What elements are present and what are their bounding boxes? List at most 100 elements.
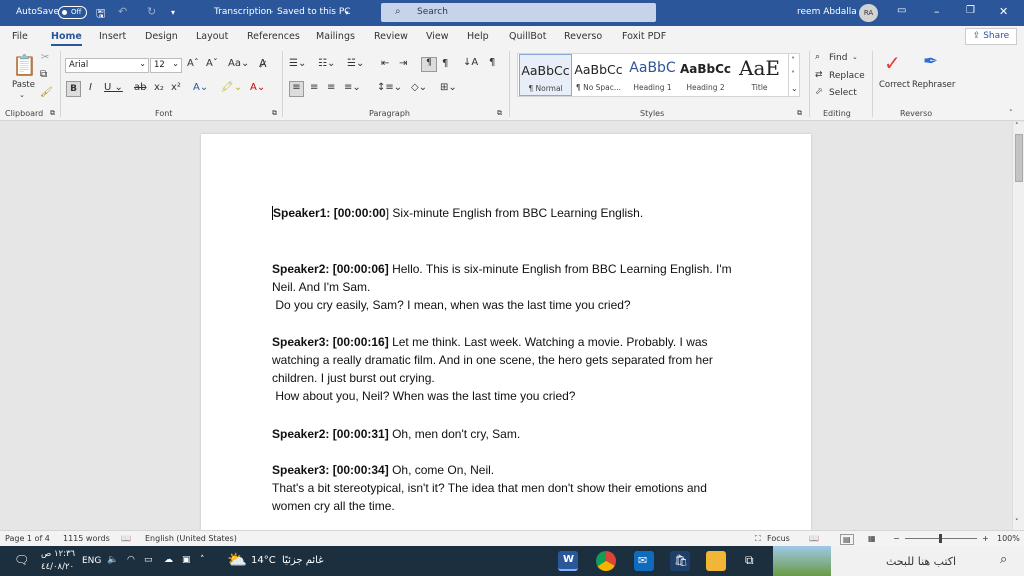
tab-help[interactable]: Help <box>467 31 489 42</box>
transcript-paragraph[interactable]: Speaker3: [00:00:16] Let me think. Last … <box>272 333 742 405</box>
style-normal[interactable]: AaBbCc ¶ Normal <box>519 54 572 96</box>
tab-file[interactable]: File <box>12 31 28 42</box>
read-mode-icon[interactable]: 📖 <box>809 534 819 543</box>
meet-now-icon[interactable]: ▣ <box>182 555 191 565</box>
shading-icon[interactable]: ◇⌄ <box>411 82 427 93</box>
scrollbar-thumb[interactable] <box>1015 134 1023 182</box>
superscript-icon[interactable]: x² <box>171 82 181 93</box>
tab-insert[interactable]: Insert <box>99 31 126 42</box>
rtl-direction-icon[interactable]: ¶ <box>442 58 448 69</box>
focus-button[interactable]: Focus <box>767 534 790 543</box>
user-name[interactable]: reem Abdalla <box>797 7 857 17</box>
rephraser-button[interactable]: Rephraser <box>912 80 955 90</box>
tab-quillbot[interactable]: QuillBot <box>509 31 546 42</box>
save-icon[interactable]: 🖫 <box>96 5 105 24</box>
line-spacing-icon[interactable]: ↕≡⌄ <box>377 82 402 93</box>
notifications-icon[interactable]: 🗨 <box>14 553 29 567</box>
tab-foxit-pdf[interactable]: Foxit PDF <box>622 31 666 42</box>
language-status[interactable]: English (United States) <box>145 534 237 543</box>
ribbon-display-icon[interactable]: ▭ <box>897 5 906 16</box>
tab-layout[interactable]: Layout <box>196 31 228 42</box>
align-right-icon[interactable]: ≡ <box>327 82 335 93</box>
align-center-icon[interactable]: ≡ <box>310 82 318 93</box>
word-taskbar-icon[interactable]: W <box>558 551 578 571</box>
print-layout-icon[interactable]: ▤ <box>840 534 854 545</box>
transcript-paragraph[interactable]: Speaker1: [00:00:00] Six-minute English … <box>272 204 742 222</box>
zoom-level[interactable]: 100% <box>997 534 1020 543</box>
paste-button[interactable]: Paste <box>12 80 35 90</box>
word-count[interactable]: 1115 words <box>63 534 110 543</box>
search-box[interactable]: ⌕ Search <box>381 3 656 22</box>
style-heading-2[interactable]: AaBbCc Heading 2 <box>679 54 732 96</box>
file-explorer-taskbar-icon[interactable] <box>706 551 726 571</box>
task-view-icon[interactable]: ⧉ <box>745 553 754 568</box>
transcript-paragraph[interactable]: Speaker2: [00:00:06] Hello. This is six-… <box>272 260 742 314</box>
restore-icon[interactable]: ❐ <box>966 5 975 16</box>
tab-review[interactable]: Review <box>374 31 408 42</box>
store-taskbar-icon[interactable]: 🛍 <box>670 551 690 571</box>
font-size-select[interactable]: 12 <box>150 57 182 73</box>
tab-design[interactable]: Design <box>145 31 178 42</box>
replace-button[interactable]: Replace <box>829 71 865 81</box>
onedrive-icon[interactable]: ☁ <box>164 555 173 565</box>
volume-icon[interactable]: 🔈 <box>107 555 118 565</box>
justify-icon[interactable]: ≡⌄ <box>344 82 361 93</box>
bullets-icon[interactable]: ☰⌄ <box>289 58 306 69</box>
minimize-icon[interactable]: – <box>934 5 940 18</box>
redo-icon[interactable]: ↻ <box>147 5 156 18</box>
tab-references[interactable]: References <box>247 31 300 42</box>
find-button[interactable]: Find <box>829 53 847 63</box>
highlight-icon[interactable]: 🖍⌄ <box>221 82 242 93</box>
zoom-slider-thumb[interactable] <box>939 534 942 543</box>
taskbar-search-box[interactable]: اكتب هنا للبحث ⌕ <box>773 546 1024 576</box>
sort-icon[interactable]: ↓A <box>463 57 478 68</box>
transcript-paragraph[interactable]: Speaker2: [00:00:31] Oh, men don't cry, … <box>272 425 742 443</box>
font-name-select[interactable]: Arial <box>65 57 149 73</box>
borders-icon[interactable]: ⊞⌄ <box>440 82 457 93</box>
mail-taskbar-icon[interactable]: ✉ <box>634 551 654 571</box>
input-language[interactable]: ENG <box>82 556 101 566</box>
clock-time[interactable]: ١٢:٣٦ ص <box>41 549 75 559</box>
paste-icon[interactable]: 📋 <box>12 53 37 77</box>
avatar[interactable]: RA <box>859 4 878 22</box>
copy-icon[interactable]: ⧉ <box>40 69 47 80</box>
subscript-icon[interactable]: x₂ <box>154 82 164 93</box>
customize-toolbar-icon[interactable]: ▾ <box>171 8 175 17</box>
styles-launcher-icon[interactable]: ⧉ <box>797 109 802 118</box>
weather-temperature[interactable]: 14°C <box>251 555 276 566</box>
zoom-in-icon[interactable]: + <box>982 534 989 543</box>
weather-icon[interactable]: ⛅ <box>227 550 247 569</box>
autosave-toggle[interactable]: Off <box>58 6 87 19</box>
text-effects-icon[interactable]: A⌄ <box>193 82 208 93</box>
select-button[interactable]: Select <box>829 88 857 98</box>
web-layout-icon[interactable]: ▦ <box>868 534 876 543</box>
shrink-font-icon[interactable]: Aˇ <box>206 58 218 69</box>
page-count[interactable]: Page 1 of 4 <box>5 534 50 543</box>
clipboard-launcher-icon[interactable]: ⧉ <box>50 109 55 118</box>
underline-icon[interactable]: U ⌄ <box>104 82 123 93</box>
tab-home[interactable]: Home <box>51 31 82 46</box>
close-icon[interactable]: ✕ <box>999 5 1008 18</box>
change-case-icon[interactable]: Aa⌄ <box>228 58 249 69</box>
numbering-icon[interactable]: ☷⌄ <box>318 58 335 69</box>
style-heading-1[interactable]: AaBbC Heading 1 <box>626 54 679 96</box>
vertical-scrollbar[interactable]: ˄ ˅ <box>1012 122 1024 530</box>
show-hidden-icons-icon[interactable]: ˄ <box>200 555 205 565</box>
format-painter-icon[interactable]: 🖌 <box>40 87 53 98</box>
multilevel-list-icon[interactable]: ☱⌄ <box>347 58 364 69</box>
collapse-ribbon-icon[interactable]: ˄ <box>1009 109 1013 117</box>
ltr-direction-icon[interactable]: ¶ <box>421 57 437 72</box>
styles-scroll-up-icon[interactable]: ˄ ˅ ⌄ <box>788 54 798 96</box>
show-formatting-icon[interactable]: ¶ <box>489 57 495 68</box>
font-color-icon[interactable]: A⌄ <box>250 82 265 93</box>
chrome-taskbar-icon[interactable] <box>596 551 616 571</box>
paragraph-launcher-icon[interactable]: ⧉ <box>497 109 502 118</box>
clear-formatting-icon[interactable]: A̷ <box>259 57 267 70</box>
tab-view[interactable]: View <box>426 31 449 42</box>
correct-icon[interactable]: ✓ <box>884 51 901 75</box>
rephraser-icon[interactable]: ✒ <box>923 51 938 72</box>
decrease-indent-icon[interactable]: ⇤ <box>381 58 389 69</box>
zoom-out-icon[interactable]: − <box>893 534 900 543</box>
correct-button[interactable]: Correct <box>879 80 910 90</box>
clock-date[interactable]: ٤٤/٠٨/٢٠ <box>41 562 74 572</box>
